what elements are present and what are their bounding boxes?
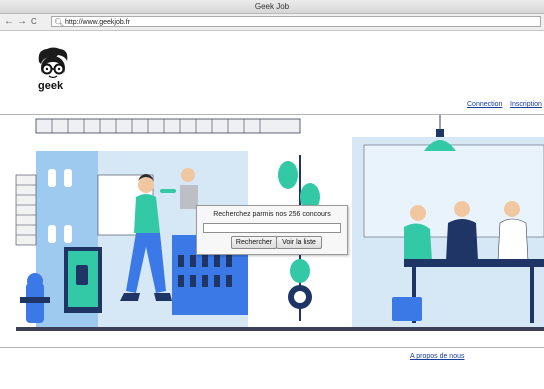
url-bar[interactable]: 🔍︎ http://www.geekjob.fr — [51, 16, 541, 27]
reload-button[interactable]: C — [31, 15, 37, 29]
forward-button[interactable]: → — [17, 15, 27, 29]
search-panel: Recherchez parmis nos 256 concours Reche… — [196, 205, 348, 255]
connection-link[interactable]: Connection — [467, 101, 502, 108]
footer-divider — [0, 347, 544, 348]
search-icon: 🔍︎ — [54, 18, 65, 27]
browser-toolbar: ← → C 🔍︎ http://www.geekjob.fr — [0, 14, 544, 31]
inscription-link[interactable]: Inscription — [510, 101, 542, 108]
view-list-button[interactable]: Voir la liste — [276, 236, 322, 249]
window-title: Geek Job — [254, 2, 290, 11]
search-button[interactable]: Rechercher — [231, 236, 277, 249]
search-input[interactable] — [203, 223, 341, 233]
logo-text: geek — [38, 80, 64, 92]
about-link[interactable]: A propos de nous — [410, 353, 465, 360]
window-titlebar: Geek Job — [0, 0, 544, 14]
back-button[interactable]: ← — [4, 15, 14, 29]
search-prompt: Recherchez parmis nos 256 concours — [213, 211, 331, 218]
url-text: http://www.geekjob.fr — [65, 19, 130, 26]
